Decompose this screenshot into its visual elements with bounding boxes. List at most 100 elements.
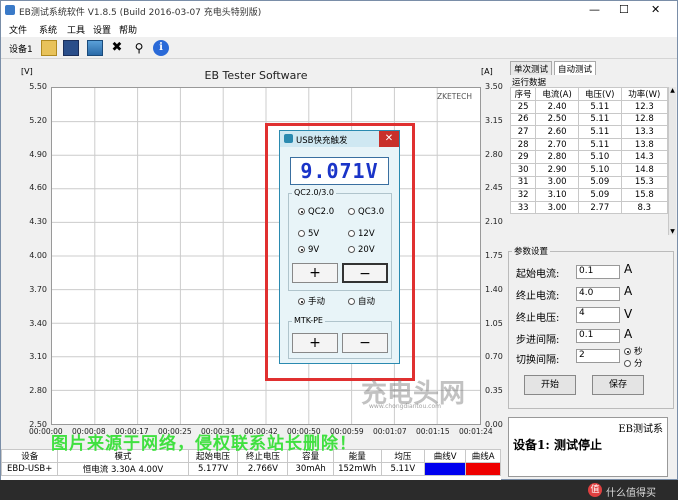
summary-capacity: 30mAh xyxy=(287,462,334,476)
end-voltage-input[interactable]: 4 xyxy=(576,307,620,323)
left-tick-label: 4.00 xyxy=(29,251,47,260)
table-cell: 3.10 xyxy=(535,188,579,202)
table-cell: 2.80 xyxy=(535,150,579,164)
menu-system[interactable]: 系统 xyxy=(39,23,57,36)
table-header-row: 序号 电流(A) 电压(V) 功率(W) xyxy=(509,87,669,101)
menu-settings[interactable]: 设置 xyxy=(93,23,111,36)
curve-a-swatch[interactable] xyxy=(465,462,501,476)
table-row[interactable]: 30 2.90 5.10 14.8 xyxy=(509,162,669,177)
window-title: EB测试系统软件 V1.8.5 (Build 2016-03-07 充电头特别版… xyxy=(19,8,262,18)
highlight-frame xyxy=(265,123,415,381)
start-current-select[interactable]: 0.1 xyxy=(576,265,620,279)
table-cell: 31 xyxy=(509,175,537,190)
summary-col-avg-v: 均压 xyxy=(380,449,426,463)
table-cell: 13.8 xyxy=(620,137,669,152)
table-cell: 25 xyxy=(509,100,537,114)
table-cell: 3.00 xyxy=(535,175,579,190)
status-text: 设备1: 测试停止 xyxy=(513,438,602,452)
radio-seconds[interactable]: 秒 xyxy=(624,345,643,357)
left-tick-label: 2.80 xyxy=(29,386,47,396)
table-cell: 15.8 xyxy=(620,188,669,202)
chart-title: EB Tester Software xyxy=(204,69,308,82)
close-icon[interactable]: ✕ xyxy=(651,3,660,16)
left-tick-label: 5.20 xyxy=(29,115,47,125)
x-tick-label: 00:01:07 xyxy=(373,427,407,436)
table-row[interactable]: EBD-USB+ 恒电流 3.30A 4.00V 5.177V 2.766V 3… xyxy=(0,462,501,476)
device-selector[interactable]: 设备1 xyxy=(9,42,33,55)
table-row[interactable]: 26 2.50 5.11 12.8 xyxy=(509,112,669,127)
table-cell: 5.10 xyxy=(577,162,622,177)
col-power[interactable]: 功率(W) xyxy=(620,87,669,101)
status-panel: EB测试系 设备1: 测试停止 xyxy=(508,417,668,477)
source-watermark: 图片来源于网络，侵权联系站长删除！ xyxy=(51,434,357,454)
menu-help[interactable]: 帮助 xyxy=(119,23,137,36)
params-group-label: 参数设置 xyxy=(512,245,551,257)
col-current[interactable]: 电流(A) xyxy=(535,87,579,101)
param-step-label: 步进间隔: xyxy=(516,335,560,346)
radio-minutes[interactable]: 分 xyxy=(624,357,643,369)
summary-col-curve-v: 曲线V xyxy=(424,449,467,463)
param-end-current-label: 终止电流: xyxy=(516,291,560,302)
folder-open-icon[interactable] xyxy=(41,40,57,56)
table-cell: 5.11 xyxy=(577,137,622,152)
curve-v-swatch[interactable] xyxy=(424,462,467,476)
scroll-up-icon[interactable]: ▲ xyxy=(669,87,676,94)
table-cell: 32 xyxy=(509,188,537,202)
summary-start-v: 5.177V xyxy=(187,462,239,476)
param-start-current-label: 起始电流: xyxy=(516,269,560,280)
chart-icon[interactable] xyxy=(87,40,103,56)
table-row[interactable]: 31 3.00 5.09 15.3 xyxy=(509,175,669,190)
start-current-unit: A xyxy=(624,262,633,276)
search-icon[interactable]: ⚲ xyxy=(131,40,147,56)
menu-file[interactable]: 文件 xyxy=(9,23,27,36)
maximize-icon[interactable]: ☐ xyxy=(619,3,629,16)
table-cell: 12.8 xyxy=(620,112,669,127)
table-row[interactable]: 33 3.00 2.77 8.3 xyxy=(509,200,669,215)
left-tick-label: 3.70 xyxy=(29,284,47,294)
table-row[interactable]: 27 2.60 5.11 13.3 xyxy=(509,125,669,139)
tab-single-test[interactable]: 单次测试 xyxy=(510,61,553,75)
app-icon xyxy=(5,5,15,15)
chart-brand: ZKETECH xyxy=(437,92,472,101)
summary-energy: 152mWh xyxy=(332,462,382,476)
param-end-voltage-label: 终止电压: xyxy=(516,313,560,324)
table-cell: 2.90 xyxy=(535,162,579,177)
minimize-icon[interactable]: — xyxy=(589,3,600,16)
table-row[interactable]: 28 2.70 5.11 13.8 xyxy=(509,137,669,152)
table-cell: 2.40 xyxy=(535,100,579,114)
table-cell: 33 xyxy=(509,200,537,215)
table-cell: 27 xyxy=(509,125,537,139)
col-index[interactable]: 序号 xyxy=(509,87,537,101)
info-icon[interactable]: i xyxy=(153,40,169,56)
table-cell: 5.11 xyxy=(577,100,622,114)
table-cell: 2.50 xyxy=(535,112,579,127)
step-select[interactable]: 0.1 xyxy=(576,329,620,343)
summary-mode: 恒电流 3.30A 4.00V xyxy=(57,462,189,476)
start-button[interactable]: 开始 xyxy=(524,375,576,395)
switch-select[interactable]: 2 xyxy=(576,349,620,363)
table-scrollbar[interactable]: ▲ ▼ xyxy=(668,87,676,235)
tab-auto-test[interactable]: 自动测试 xyxy=(554,61,597,75)
run-data-table: 序号 电流(A) 电压(V) 功率(W) 25 2.40 5.11 12.3 26 2.5… xyxy=(509,87,669,215)
left-tick-label: 4.90 xyxy=(29,149,47,159)
end-current-select[interactable]: 4.0 xyxy=(576,287,620,301)
menu-tools[interactable]: 工具 xyxy=(67,23,85,36)
col-voltage[interactable]: 电压(V) xyxy=(577,87,622,101)
table-row[interactable]: 29 2.80 5.10 14.3 xyxy=(509,150,669,164)
table-row[interactable]: 32 3.10 5.09 15.8 xyxy=(509,188,669,202)
status-header: EB测试系 xyxy=(618,424,663,435)
param-switch-label: 切换间隔: xyxy=(516,355,560,366)
table-cell: 5.11 xyxy=(577,125,622,139)
save-button[interactable]: 保存 xyxy=(592,375,644,395)
summary-avg-v: 5.11V xyxy=(380,462,426,476)
save-icon[interactable] xyxy=(63,40,79,56)
tools-icon[interactable]: ✖ xyxy=(109,40,125,56)
left-tick-label: 5.50 xyxy=(29,82,47,91)
table-row[interactable]: 25 2.40 5.11 12.3 xyxy=(509,100,669,114)
title-bar: EB测试系统软件 V1.8.5 (Build 2016-03-07 充电头特别版… xyxy=(1,1,677,21)
table-cell: 5.09 xyxy=(577,175,622,190)
table-cell: 5.09 xyxy=(577,188,622,202)
table-cell: 26 xyxy=(509,112,537,127)
scroll-down-icon[interactable]: ▼ xyxy=(669,228,676,235)
table-cell: 5.10 xyxy=(577,150,622,164)
